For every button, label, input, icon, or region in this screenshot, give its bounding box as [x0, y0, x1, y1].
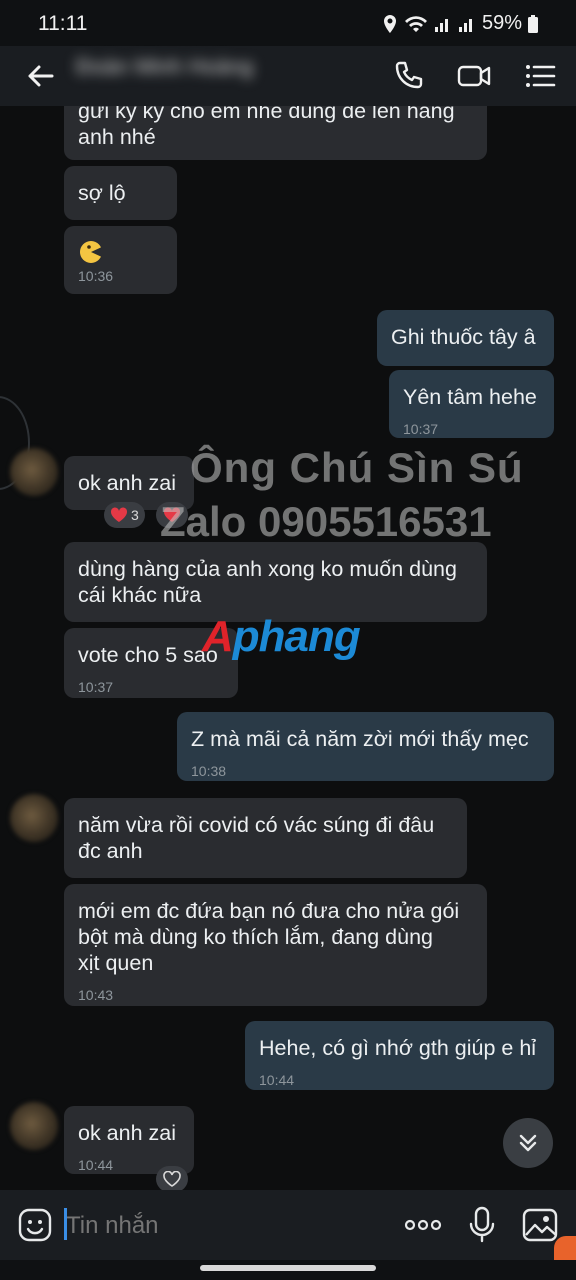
message-bubble-incoming[interactable]: ok anh zai 10:44	[64, 1106, 194, 1174]
message-text: ok anh zai	[78, 1121, 177, 1145]
avatar[interactable]	[10, 1102, 58, 1150]
contact-name[interactable]: Đoàn Minh Hoàng	[76, 54, 253, 80]
chat-area[interactable]: gửi ký ký cho em nhé dùng để lên hàng an…	[0, 106, 576, 1190]
microphone-icon[interactable]	[468, 1206, 496, 1244]
watermark-text: Zalo 0905516531	[160, 498, 492, 545]
input-caret	[64, 1208, 67, 1240]
heart-outline-icon	[163, 1171, 181, 1187]
status-indicators: 59%	[382, 12, 538, 35]
video-call-icon[interactable]	[456, 58, 492, 94]
wifi-icon	[404, 15, 427, 32]
status-bar: 11:11 59%	[0, 0, 576, 46]
message-input[interactable]	[64, 1206, 388, 1246]
heart-icon	[110, 507, 128, 522]
menu-list-icon[interactable]	[522, 58, 558, 94]
scroll-to-bottom-button[interactable]	[503, 1118, 553, 1168]
message-time: 10:44	[259, 1072, 295, 1088]
message-text: Ghi thuốc tây â	[391, 325, 536, 349]
add-reaction-button[interactable]	[156, 1166, 188, 1190]
signal-icon	[434, 18, 448, 32]
message-bubble-incoming[interactable]: năm vừa rồi covid có vác súng đi đâu đc …	[64, 798, 467, 878]
message-text: dùng hàng của anh xong ko muốn dùng cái …	[78, 557, 457, 607]
message-input-bar	[0, 1190, 576, 1260]
message-text: Hehe, có gì nhớ gth giúp e hỉ	[259, 1036, 537, 1060]
sticker-emoji-icon	[80, 241, 104, 263]
message-bubble-incoming[interactable]: sợ lộ	[64, 166, 177, 220]
emoji-icon[interactable]	[18, 1208, 52, 1242]
message-text: mới em đc đứa bạn nó đưa cho nửa gói bột…	[78, 899, 460, 975]
phone-icon[interactable]	[390, 58, 426, 94]
message-bubble-outgoing[interactable]: Yên tâm hehe 10:37	[389, 370, 554, 438]
message-time: 10:37	[403, 421, 439, 437]
message-time: 10:37	[78, 679, 114, 695]
avatar[interactable]	[10, 448, 58, 496]
message-time: 10:36	[78, 268, 114, 284]
back-arrow-icon[interactable]	[22, 58, 58, 94]
message-text: gửi ký ký cho em nhé dùng để lên hàng an…	[78, 106, 455, 149]
reaction-badge[interactable]: 3	[104, 502, 145, 528]
avatar[interactable]	[10, 794, 58, 842]
signal-icon-2	[458, 18, 472, 32]
message-bubble-outgoing[interactable]: Hehe, có gì nhớ gth giúp e hỉ 10:44	[245, 1021, 554, 1090]
message-text: sợ lộ	[78, 181, 126, 205]
message-text: Yên tâm hehe	[403, 385, 537, 409]
home-indicator[interactable]	[200, 1265, 376, 1271]
message-text: năm vừa rồi covid có vác súng đi đâu đc …	[78, 813, 435, 863]
chevron-double-down-icon	[519, 1134, 537, 1152]
message-text: ok anh zai	[78, 471, 177, 495]
message-bubble-outgoing[interactable]: Z mà mãi cả năm zời mới thấy mẹc 10:38	[177, 712, 554, 781]
message-bubble-incoming[interactable]: mới em đc đứa bạn nó đưa cho nửa gói bột…	[64, 884, 487, 1006]
message-bubble-incoming[interactable]: dùng hàng của anh xong ko muốn dùng cái …	[64, 542, 487, 622]
watermark-text: Ông Chú Sìn Sú	[190, 444, 524, 491]
message-time: 10:38	[191, 763, 227, 779]
more-dots-icon[interactable]	[404, 1216, 442, 1234]
battery-icon	[528, 14, 538, 33]
image-icon[interactable]	[522, 1208, 558, 1242]
message-bubble-outgoing[interactable]: Ghi thuốc tây â	[377, 310, 554, 366]
message-bubble-incoming[interactable]: 10:36	[64, 226, 177, 294]
status-time: 11:11	[38, 12, 88, 35]
location-icon	[383, 14, 396, 33]
message-time: 10:43	[78, 987, 114, 1003]
reaction-count: 3	[131, 507, 139, 523]
message-bubble-incoming[interactable]: gửi ký ký cho em nhé dùng để lên hàng an…	[64, 106, 487, 160]
floating-app-badge[interactable]	[554, 1236, 576, 1260]
chat-header: Đoàn Minh Hoàng	[0, 46, 576, 106]
message-text: Z mà mãi cả năm zời mới thấy mẹc	[191, 727, 529, 751]
watermark-logo: Aphang	[202, 612, 361, 661]
battery-percent: 59%	[481, 12, 522, 34]
